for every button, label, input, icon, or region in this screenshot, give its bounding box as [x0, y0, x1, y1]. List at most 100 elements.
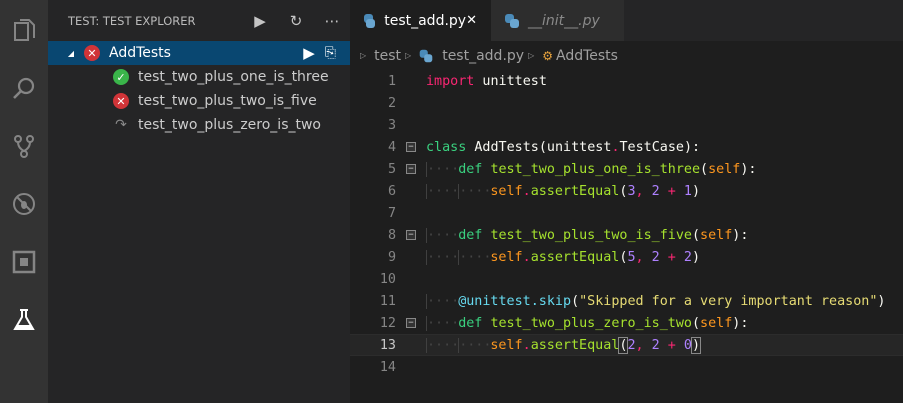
code-token: (: [691, 315, 701, 331]
run-all-icon[interactable]: ▶: [242, 12, 278, 30]
code-token: ,: [635, 337, 652, 353]
code-token: .: [611, 139, 620, 155]
code-token: test_two_plus_two_is_five: [490, 227, 692, 243]
open-source-icon[interactable]: ⎘: [325, 45, 336, 61]
code-token: def: [458, 227, 483, 243]
test-explorer-panel: TEST: TEST EXPLORER ▶ ↻ ⋯ ◢ ✕ AddTests ▶…: [48, 0, 350, 403]
code-line[interactable]: 7: [350, 202, 903, 224]
code-line[interactable]: 4− class AddTests(unittest.TestCase):: [350, 136, 903, 158]
code-line[interactable]: 6 ········self.assertEqual(3, 2 + 1): [350, 180, 903, 202]
panel-title: TEST: TEST EXPLORER: [68, 13, 196, 28]
code-token: ,: [635, 249, 652, 265]
code-token: ):: [732, 227, 749, 243]
debug-icon[interactable]: [12, 192, 36, 216]
test-label: test_two_plus_zero_is_two: [138, 117, 321, 133]
code-text: ····def test_two_plus_zero_is_two(self):: [426, 315, 748, 331]
code-line[interactable]: 2: [350, 92, 903, 114]
code-line[interactable]: 8− ····def test_two_plus_two_is_five(self…: [350, 224, 903, 246]
code-token: @unittest.skip: [458, 293, 572, 309]
code-line[interactable]: 5− ····def test_two_plus_one_is_three(sel…: [350, 158, 903, 180]
indent-guide: ····: [426, 315, 460, 331]
close-icon[interactable]: ✕: [466, 13, 477, 28]
test-suite-row[interactable]: ◢ ✕ AddTests ▶ ⎘: [48, 41, 350, 65]
explorer-icon[interactable]: [12, 18, 36, 42]
fold-icon[interactable]: −: [406, 318, 416, 328]
code-token: .: [522, 183, 531, 199]
code-token: TestCase):: [619, 139, 701, 155]
chevron-right-icon: ▷: [405, 51, 412, 60]
code-text: ········self.assertEqual(3, 2 + 1): [426, 183, 700, 199]
code-text: class AddTests(unittest.TestCase):: [426, 140, 700, 155]
code-token: ): [691, 249, 700, 265]
code-token: +: [659, 337, 684, 353]
run-suite-icon[interactable]: ▶: [303, 44, 315, 62]
refresh-icon[interactable]: ↻: [278, 12, 314, 30]
fold-icon[interactable]: −: [406, 164, 416, 174]
tab-init[interactable]: __init__.py: [491, 0, 624, 41]
code-token: 2: [683, 249, 692, 265]
code-token: unittest: [474, 73, 547, 89]
activity-bar: [0, 0, 48, 403]
code-token: assertEqual: [530, 337, 620, 353]
editor: test_add.py ✕ __init__.py ▷ test ▷ test_…: [350, 0, 903, 403]
code-token: test_two_plus_one_is_three: [490, 161, 701, 177]
code-text: ········self.assertEqual(2, 2 + 0): [426, 336, 702, 354]
line-number: 5: [387, 161, 396, 177]
test-icon[interactable]: [12, 308, 36, 332]
line-number: 11: [379, 293, 396, 309]
code-token: ,: [635, 183, 652, 199]
breadcrumb-class[interactable]: AddTests: [556, 48, 618, 64]
code-line[interactable]: 11 ····@unittest.skip("Skipped for a very…: [350, 290, 903, 312]
line-number: 4: [387, 139, 396, 155]
fold-icon[interactable]: −: [406, 142, 416, 152]
code-token: test_two_plus_zero_is_two: [490, 315, 692, 331]
code-line[interactable]: 1 import unittest: [350, 70, 903, 92]
python-file-icon: [419, 49, 433, 62]
code-line[interactable]: 13 ········self.assertEqual(2, 2 + 0): [350, 334, 903, 356]
fold-icon[interactable]: −: [406, 230, 416, 240]
suite-label: AddTests: [109, 45, 171, 61]
code-token: self: [708, 161, 741, 177]
fold-gutter: −: [396, 318, 426, 328]
code-line[interactable]: 12− ····def test_two_plus_zero_is_two(sel…: [350, 312, 903, 334]
test-item[interactable]: ✓ test_two_plus_one_is_three: [48, 65, 350, 89]
python-file-icon: [364, 13, 376, 28]
line-number: 2: [387, 95, 396, 111]
code-line[interactable]: 14: [350, 356, 903, 378]
fold-gutter: −: [396, 164, 426, 174]
expand-chevron-icon[interactable]: ◢: [48, 49, 84, 58]
source-control-icon[interactable]: [12, 134, 36, 158]
line-number: 8: [387, 227, 396, 243]
test-item[interactable]: ✕ test_two_plus_two_is_five: [48, 89, 350, 113]
python-file-icon: [505, 13, 519, 28]
code-token: (: [691, 227, 701, 243]
code-token: ): [877, 293, 886, 309]
line-number: 12: [379, 315, 396, 331]
code-token: (: [700, 161, 709, 177]
code-token: ):: [740, 161, 757, 177]
test-item[interactable]: ↷ test_two_plus_zero_is_two: [48, 113, 350, 137]
search-icon[interactable]: [12, 76, 36, 100]
code-token: (: [571, 293, 580, 309]
code-line[interactable]: 9 ········self.assertEqual(5, 2 + 2): [350, 246, 903, 268]
breadcrumb: ▷ test ▷ test_add.py ▷ ⚙ AddTests: [350, 41, 903, 70]
chevron-right-icon: ▷: [360, 51, 367, 60]
code-token: import: [426, 73, 475, 89]
line-number: 7: [387, 205, 396, 221]
code-token: self: [700, 227, 733, 243]
line-number: 14: [379, 359, 396, 375]
code-line[interactable]: 3: [350, 114, 903, 136]
more-actions-icon[interactable]: ⋯: [314, 12, 350, 30]
breadcrumb-folder[interactable]: test: [374, 48, 401, 64]
indent-guide: ····: [426, 161, 460, 177]
line-number: 3: [387, 117, 396, 133]
breadcrumb-file[interactable]: test_add.py: [442, 48, 524, 64]
extensions-icon[interactable]: [12, 250, 36, 274]
tab-label: __init__.py: [528, 12, 600, 29]
code-line[interactable]: 10: [350, 268, 903, 290]
line-number: 10: [379, 271, 396, 287]
code-area[interactable]: 1 import unittest 2 3 4− class AddTests(unitt…: [350, 70, 903, 378]
code-token: +: [659, 183, 684, 199]
code-text: ····def test_two_plus_two_is_five(self):: [426, 227, 749, 243]
tab-test-add[interactable]: test_add.py ✕: [350, 0, 491, 41]
